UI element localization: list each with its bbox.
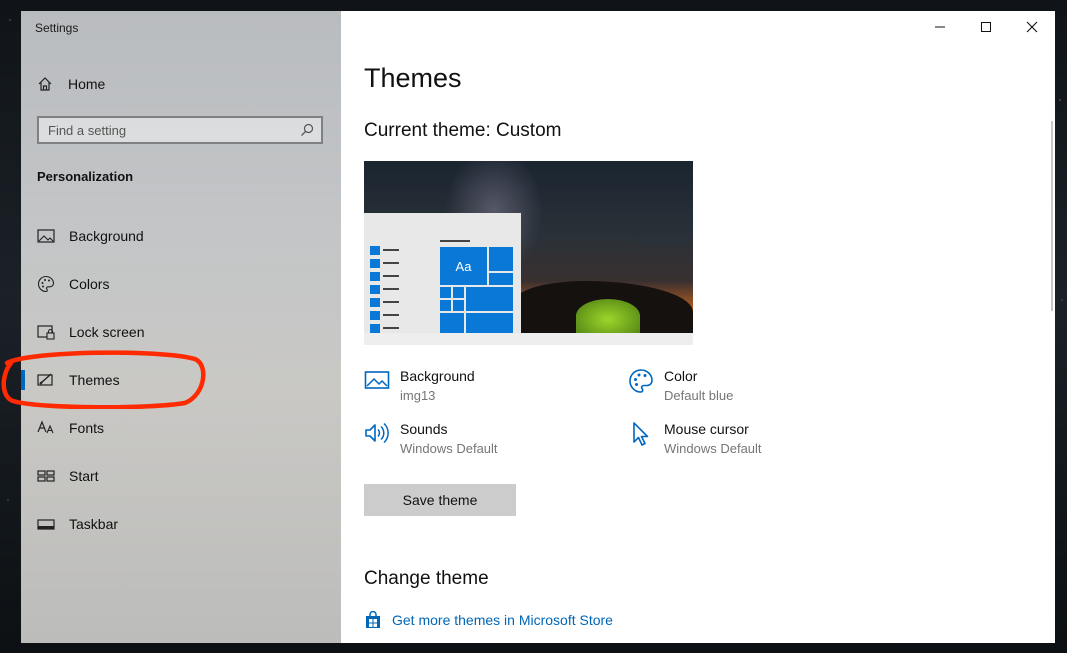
palette-icon — [37, 275, 55, 293]
content-pane: Themes Current theme: Custom Aa Backgrou… — [341, 11, 1055, 643]
theme-preview[interactable]: Aa — [364, 161, 693, 345]
save-theme-button[interactable]: Save theme — [364, 484, 516, 516]
sidebar-item-start[interactable]: Start — [21, 452, 341, 500]
sidebar-item-label: Fonts — [69, 420, 105, 436]
sidebar-item-label: Lock screen — [69, 324, 145, 340]
search-input[interactable] — [39, 121, 299, 139]
property-name: Background — [400, 368, 475, 384]
speaker-icon — [364, 421, 390, 447]
sidebar-nav: Background Colors Lock screen Themes Fon… — [21, 212, 341, 548]
property-name: Mouse cursor — [664, 421, 749, 437]
sounds-setting[interactable]: Sounds Windows Default — [364, 421, 498, 456]
sidebar-item-colors[interactable]: Colors — [21, 260, 341, 308]
sidebar-item-label: Taskbar — [69, 516, 119, 532]
sidebar-item-label: Themes — [69, 372, 120, 388]
search-icon[interactable] — [299, 122, 315, 138]
maximize-icon — [981, 22, 991, 32]
sidebar-item-label: Colors — [69, 276, 110, 292]
sidebar-item-themes[interactable]: Themes — [21, 356, 341, 404]
picture-icon — [364, 368, 390, 394]
fonts-icon — [37, 419, 55, 437]
property-value: Windows Default — [400, 441, 498, 456]
themes-icon — [37, 371, 55, 389]
mouse-cursor-setting[interactable]: Mouse cursor Windows Default — [628, 421, 762, 456]
start-icon — [37, 467, 55, 485]
property-value: Default blue — [664, 388, 734, 403]
minimize-button[interactable] — [917, 11, 963, 43]
sidebar-item-background[interactable]: Background — [21, 212, 341, 260]
home-label: Home — [68, 76, 106, 92]
search-box[interactable] — [37, 116, 323, 144]
palette-icon — [628, 368, 654, 394]
sidebar-item-label: Start — [69, 468, 99, 484]
scrollbar[interactable] — [1051, 121, 1053, 311]
change-theme-title: Change theme — [364, 568, 489, 589]
preview-tent — [576, 299, 640, 333]
store-link-label: Get more themes in Microsoft Store — [392, 612, 613, 628]
window-controls — [917, 11, 1055, 43]
minimize-icon — [935, 26, 945, 28]
sidebar-item-taskbar[interactable]: Taskbar — [21, 500, 341, 548]
property-name: Color — [664, 368, 698, 384]
page-title: Themes — [364, 63, 462, 93]
current-theme-title: Current theme: Custom — [364, 120, 562, 141]
sidebar: Settings Home Personalization Background — [1, 11, 341, 643]
close-button[interactable] — [1009, 11, 1055, 43]
settings-window: Settings Home Personalization Background — [1, 11, 1055, 643]
maximize-button[interactable] — [963, 11, 1009, 43]
sidebar-item-lock-screen[interactable]: Lock screen — [21, 308, 341, 356]
window-title: Settings — [35, 21, 79, 35]
cursor-icon — [628, 421, 654, 447]
store-icon — [364, 610, 382, 629]
property-value: img13 — [400, 388, 436, 403]
store-link[interactable]: Get more themes in Microsoft Store — [364, 610, 613, 629]
lock-screen-icon — [37, 323, 55, 341]
home-link[interactable]: Home — [37, 73, 105, 95]
taskbar-icon — [37, 515, 55, 533]
background-setting[interactable]: Background img13 — [364, 368, 475, 403]
property-name: Sounds — [400, 421, 448, 437]
close-icon — [1026, 21, 1038, 33]
sidebar-item-label: Background — [69, 228, 144, 244]
home-icon — [37, 76, 53, 92]
property-value: Windows Default — [664, 441, 762, 456]
color-setting[interactable]: Color Default blue — [628, 368, 733, 403]
section-title: Personalization — [37, 169, 134, 184]
preview-sample-text: Aa — [455, 258, 472, 274]
picture-icon — [37, 227, 55, 245]
sidebar-item-fonts[interactable]: Fonts — [21, 404, 341, 452]
